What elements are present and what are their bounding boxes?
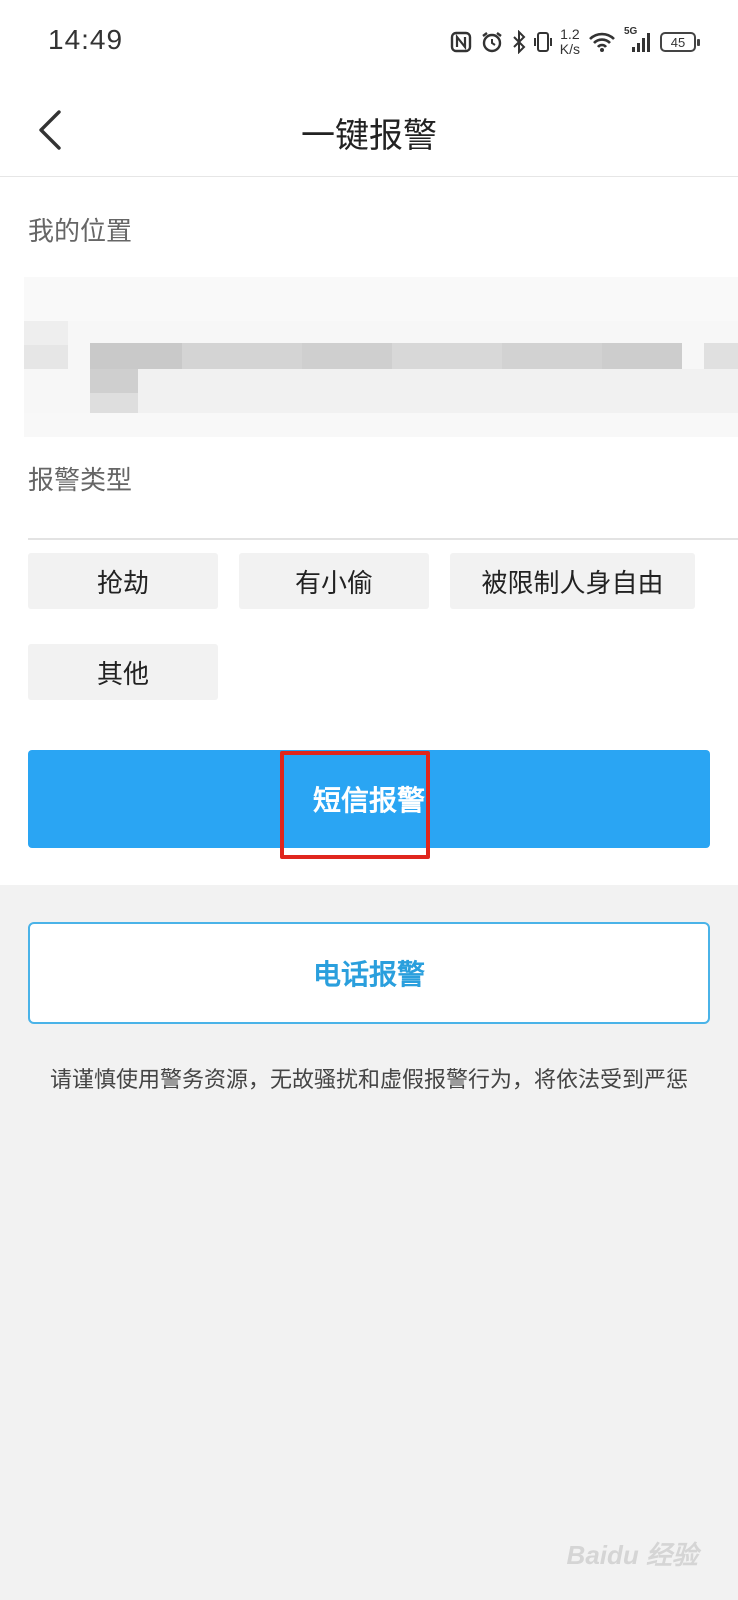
alarm-type-option[interactable]: 其他 (28, 644, 218, 700)
location-label: 我的位置 (28, 217, 133, 247)
signal-type-label: 5G (624, 26, 638, 37)
status-icons: 1.2 K/s 5G 45 (450, 22, 700, 62)
network-speed: 1.2 K/s (560, 27, 580, 57)
warning-notice: 请谨慎使用警务资源，无故骚扰和虚假报警行为，将依法受到严惩 (49, 1068, 688, 1093)
divider (28, 538, 738, 540)
wifi-icon (588, 31, 616, 53)
page-title: 一键报警 (301, 116, 437, 156)
watermark-logo: Baidu 经验 (566, 1540, 698, 1570)
cellular-signal-icon: 5G (624, 26, 652, 54)
alarm-type-option[interactable]: 被限制人身自由 (450, 553, 695, 609)
vibrate-icon (533, 30, 552, 54)
status-bar: 14:49 1.2 K/s 5G 45 (0, 0, 738, 86)
alarm-type-option[interactable]: 有小偷 (239, 553, 429, 609)
battery-icon: 45 (660, 32, 700, 52)
location-address-redacted (24, 277, 738, 437)
alarm-type-option[interactable]: 抢劫 (28, 553, 218, 609)
bluetooth-icon (512, 30, 526, 54)
battery-level: 45 (670, 34, 686, 50)
navigation-bar: 一键报警 (0, 86, 738, 177)
nfc-icon (450, 31, 472, 53)
sms-alarm-button[interactable]: 短信报警 (28, 750, 710, 848)
status-time: 14:49 (48, 24, 124, 55)
network-speed-value: 1.2 (560, 26, 580, 42)
alarm-icon (480, 30, 504, 54)
phone-alarm-button[interactable]: 电话报警 (28, 922, 710, 1024)
network-speed-unit: K/s (559, 41, 580, 57)
alarm-form: 我的位置 报警类型 抢劫 有小偷 被限制人身自由 其他 短信报警 (0, 177, 738, 885)
alarm-type-label: 报警类型 (28, 466, 133, 496)
